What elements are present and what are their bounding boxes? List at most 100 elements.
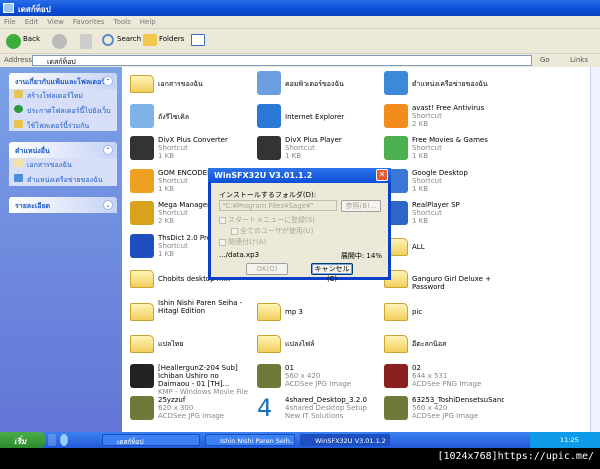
chevron-up-icon[interactable]: ⌃ [103,76,113,86]
up-folder-icon[interactable] [80,34,92,49]
file-item[interactable]: 01 560 x 420 ACDSee JPG Image [253,362,378,392]
file-item[interactable]: แปลไทย [126,329,251,359]
startmenu-checkbox[interactable]: スタートメニューに登録(S) [219,215,315,225]
file-item[interactable]: Ishin Nishi Paren Seiha - Hitagi Edition [126,297,251,327]
file-item[interactable]: 63253_ToshiDensetsuSandos...560 x 420ACD… [380,394,505,424]
menu-edit[interactable]: Edit [25,18,39,26]
search-icon [102,34,114,46]
task-new-folder[interactable]: สร้างโฟลเดอร์ใหม่ [9,89,117,104]
file-item[interactable]: Google Desktop Shortcut 1 KB [380,167,505,197]
associate-checkbox[interactable]: 関連付け(A) [219,237,266,247]
file-name: 02 [412,363,421,372]
panel-title: ตำแหน่งอื่น [15,147,50,155]
file-item[interactable]: mp 3 [253,297,378,327]
forward-arrow-icon[interactable] [52,34,67,49]
file-detail: 1 KB [412,184,429,193]
taskbar-button-winsfx[interactable]: WinSFX32U V3.01.1.2 [300,434,390,446]
file-detail: 1 KB [158,152,175,160]
file-item[interactable]: pic [380,297,505,327]
task-publish-web[interactable]: ประกาศโฟลเดอร์นี้ไปยังเว็บ [9,104,117,119]
ok-button[interactable]: OK(O) [246,263,288,275]
file-item[interactable]: [HeallergunZ-204 Sub] Ichiban Ushiro no … [126,362,251,396]
quicklaunch-ie-icon[interactable] [60,434,68,446]
back-button[interactable]: Back [23,35,40,43]
file-detail: New IT Solutions [285,412,344,420]
file-item[interactable]: 02 644 x 531 ACDSee PNG Image [380,362,505,392]
file-detail: 644 x 531 [412,371,448,380]
folder-input[interactable]: "C:¥Program Files¥Sage¥" [219,200,337,211]
vertical-scrollbar[interactable] [590,67,600,432]
address-input[interactable]: เดสก์ท็อป [32,55,532,66]
file-detail: 2 KB [412,119,429,128]
address-bar: Address เดสก์ท็อป Go Links [0,54,600,67]
go-button[interactable]: Go [540,56,550,64]
file-item[interactable]: 4 4shared_Desktop_3.2.0 4shared Desktop Se… [253,394,378,424]
file-item[interactable]: DivX Plus Converter Shortcut 1 KB [126,134,251,164]
file-item[interactable]: DivX Plus Player Shortcut 1 KB [253,134,378,164]
place-network[interactable]: ตำแหน่งเครือข่ายของฉัน [9,173,117,188]
address-label: Address [4,56,32,64]
task-pane: งานเกี่ยวกับแฟ้มและโฟลเดอร์ ⌃ สร้างโฟลเดอ… [0,67,122,432]
file-item[interactable]: คอมพิวเตอร์ของฉัน [253,69,378,99]
task-share-folder[interactable]: ใช้โฟลเดอร์นี้ร่วมกัน [9,119,117,134]
file-item[interactable]: 25yzzuf 620 x 300 ACDSee JPG Image [126,394,251,424]
back-arrow-icon[interactable] [6,34,21,49]
file-detail: 1 KB [412,152,429,160]
file-item[interactable]: avast! Free Antivirus Shortcut 2 KB [380,102,505,132]
file-item[interactable]: ถังรีไซเคิล [126,102,251,132]
folder-icon [130,302,154,321]
file-name: pic [412,307,423,316]
progress-text: 展開中: 14% [340,252,382,260]
file-folder-tasks-panel: งานเกี่ยวกับแฟ้มและโฟลเดอร์ ⌃ สร้างโฟลเดอ… [9,73,117,131]
file-name: Internet Explorer [285,112,345,121]
computer-icon [257,71,281,95]
menu-favorites[interactable]: Favorites [73,18,105,26]
browse-button[interactable]: 参照(B)... [341,200,381,212]
close-button[interactable]: ✕ [376,169,388,181]
links-button[interactable]: Links [570,56,588,64]
file-name: DivX Plus Converter [158,136,228,144]
taskbar-button-ishin[interactable]: Ishin Nishi Paren Seih... [205,434,295,446]
folders-button[interactable]: Folders [159,35,184,43]
file-item[interactable]: แปลงไฟล์ [253,329,378,359]
file-detail: 620 x 300 [158,404,194,412]
file-item[interactable]: เอกสารของฉัน [126,69,251,99]
chevron-up-icon[interactable]: ⌃ [103,145,113,155]
allusers-checkbox[interactable]: 全てのユーザが使用(U) [231,226,313,236]
file-name: DivX Plus Player [285,136,342,144]
views-icon[interactable] [191,34,205,46]
toolbar: Back Search Folders [0,29,600,54]
gom-icon [130,168,154,193]
file-item[interactable]: RealPlayer SP Shortcut 1 KB [380,199,505,229]
file-item[interactable]: Internet Explorer [253,102,378,132]
file-detail: 1 KB [412,217,429,225]
start-button[interactable]: เริ่ม [0,432,46,448]
folder-label: インストールするフォルダ(D): [219,191,317,199]
avast-icon [384,103,408,128]
file-detail: ACDSee JPG Image [285,379,352,388]
quicklaunch-desktop-icon[interactable] [48,434,56,446]
panel-title: งานเกี่ยวกับแฟ้มและโฟลเดอร์ [15,78,106,86]
folder-icon [257,302,281,321]
file-name: 4shared_Desktop_3.2.0 [285,396,367,404]
place-my-documents[interactable]: เอกสารของฉัน [9,158,117,173]
file-item[interactable]: ALL [380,232,505,262]
taskbar-button-desktop[interactable]: เดสก์ท็อป [102,434,200,446]
4shared-icon: 4 [257,396,281,420]
system-tray: 11:25 [530,432,600,448]
file-item[interactable]: ตำแหน่งเครือข่ายของฉัน [380,69,505,99]
file-name: แปลไทย [158,340,184,348]
cancel-button[interactable]: キャンセル(C) [311,263,353,283]
file-item[interactable]: Ganguro Girl Deluxe + Password [380,264,505,294]
file-item[interactable]: Free Movies & Games Shortcut 1 KB [380,134,505,164]
search-button[interactable]: Search [117,35,141,43]
ie-icon [257,103,281,128]
menu-help[interactable]: Help [140,18,156,26]
file-detail: Shortcut [285,144,315,152]
chevron-down-icon[interactable]: ⌄ [103,200,113,210]
file-item[interactable]: อีตะลกนิอส [380,329,505,359]
menu-tools[interactable]: Tools [114,18,131,26]
menu-file[interactable]: File [4,18,16,26]
menu-view[interactable]: View [47,18,64,26]
current-file: .../data.xp3 [219,251,260,259]
